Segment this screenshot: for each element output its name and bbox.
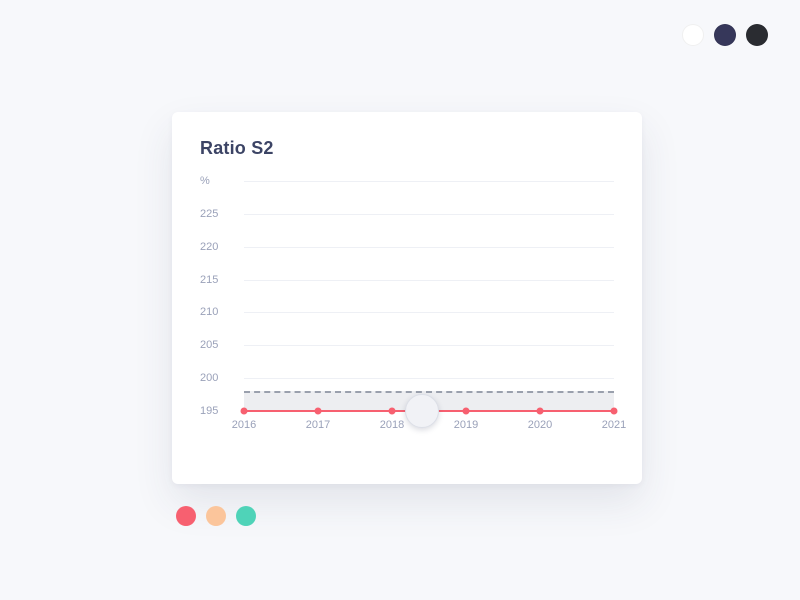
y-tick-label: 215: [200, 274, 238, 286]
x-tick-label: 2017: [306, 419, 330, 431]
y-tick-label: 195: [200, 405, 238, 417]
chart-card: Ratio S2 % 225 220 215 210 205 200 195 2016 2017…: [172, 112, 642, 484]
y-tick-label: 225: [200, 208, 238, 220]
y-tick-label: 220: [200, 241, 238, 253]
x-tick-label: 2016: [232, 419, 256, 431]
grid-line: [244, 345, 614, 346]
data-point: [537, 408, 544, 415]
plot-region: [244, 181, 614, 411]
grid-line: [244, 247, 614, 248]
threshold-line: [244, 391, 614, 393]
data-point: [241, 408, 248, 415]
grid-line: [244, 378, 614, 379]
grid-line: [244, 280, 614, 281]
data-point: [611, 408, 618, 415]
legend-swatch-row: [176, 506, 256, 526]
theme-dark-swatch[interactable]: [746, 24, 768, 46]
chart-area: %225220215210205200195 20162017201820192…: [200, 181, 614, 451]
grid-line: [244, 181, 614, 182]
y-tick-label: 200: [200, 372, 238, 384]
x-tick-label: 2018: [380, 419, 404, 431]
y-axis: %225220215210205200195: [200, 181, 238, 411]
x-tick-label: 2020: [528, 419, 552, 431]
data-point: [463, 408, 470, 415]
data-point: [389, 408, 396, 415]
series-peach-swatch[interactable]: [206, 506, 226, 526]
data-point: [315, 408, 322, 415]
y-tick-label: 205: [200, 339, 238, 351]
x-tick-label: 2021: [602, 419, 626, 431]
x-axis: 201620172018201920202021: [244, 419, 614, 439]
chart-title: Ratio S2: [200, 138, 614, 159]
series-red-swatch[interactable]: [176, 506, 196, 526]
series-teal-swatch[interactable]: [236, 506, 256, 526]
theme-swatch-row: [682, 24, 768, 46]
grid-line: [244, 312, 614, 313]
x-tick-label: 2019: [454, 419, 478, 431]
theme-navy-swatch[interactable]: [714, 24, 736, 46]
grid-line: [244, 214, 614, 215]
theme-light-swatch[interactable]: [682, 24, 704, 46]
y-tick-label: %: [200, 175, 238, 187]
y-tick-label: 210: [200, 306, 238, 318]
